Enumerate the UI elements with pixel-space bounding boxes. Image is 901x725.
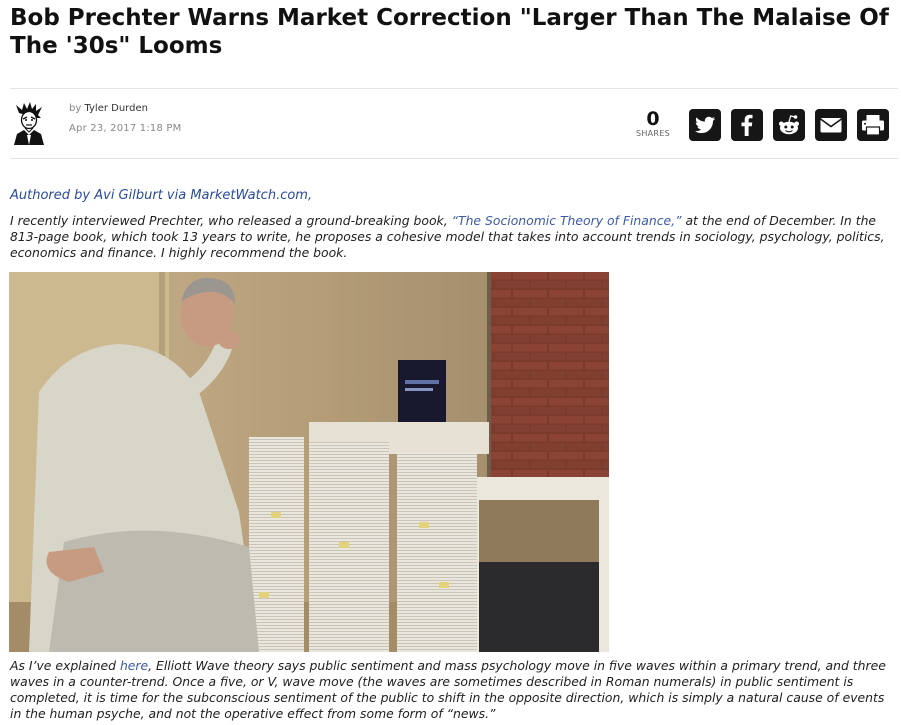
share-count-label: SHARES	[635, 129, 671, 138]
print-button[interactable]	[857, 109, 889, 141]
reddit-icon	[779, 115, 799, 135]
byline: by Tyler Durden	[69, 103, 148, 114]
facebook-icon	[741, 114, 753, 136]
photo-image	[9, 272, 609, 652]
reddit-share-button[interactable]	[773, 109, 805, 141]
divider-top	[10, 88, 898, 89]
paragraph-text: I recently interviewed Prechter, who rel…	[10, 213, 452, 228]
paragraph-text: As I’ve explained	[10, 658, 120, 673]
author-avatar[interactable]	[11, 101, 47, 145]
author-name[interactable]: Tyler Durden	[84, 103, 148, 114]
article-attribution: Authored by Avi Gilburt via MarketWatch.…	[10, 188, 313, 203]
byline-prefix: by	[69, 103, 82, 114]
email-share-button[interactable]	[815, 109, 847, 141]
publish-date: Apr 23, 2017 1:18 PM	[69, 123, 182, 134]
twitter-share-button[interactable]	[689, 109, 721, 141]
book-link[interactable]: “The Socionomic Theory of Finance,”	[452, 213, 682, 228]
here-link[interactable]: here	[120, 658, 148, 673]
twitter-icon	[695, 116, 715, 134]
share-count: 0	[646, 108, 660, 130]
article-title: Bob Prechter Warns Market Correction "La…	[10, 5, 889, 59]
facebook-share-button[interactable]	[731, 109, 763, 141]
avatar-image	[14, 102, 44, 145]
print-icon	[862, 115, 884, 136]
email-icon	[820, 118, 842, 133]
article-photo	[9, 272, 609, 652]
share-counter: 0 SHARES	[628, 109, 678, 139]
article-paragraph: As I’ve explained here, Elliott Wave the…	[10, 658, 892, 722]
divider-bottom	[10, 158, 898, 159]
article-paragraph: I recently interviewed Prechter, who rel…	[10, 213, 892, 261]
